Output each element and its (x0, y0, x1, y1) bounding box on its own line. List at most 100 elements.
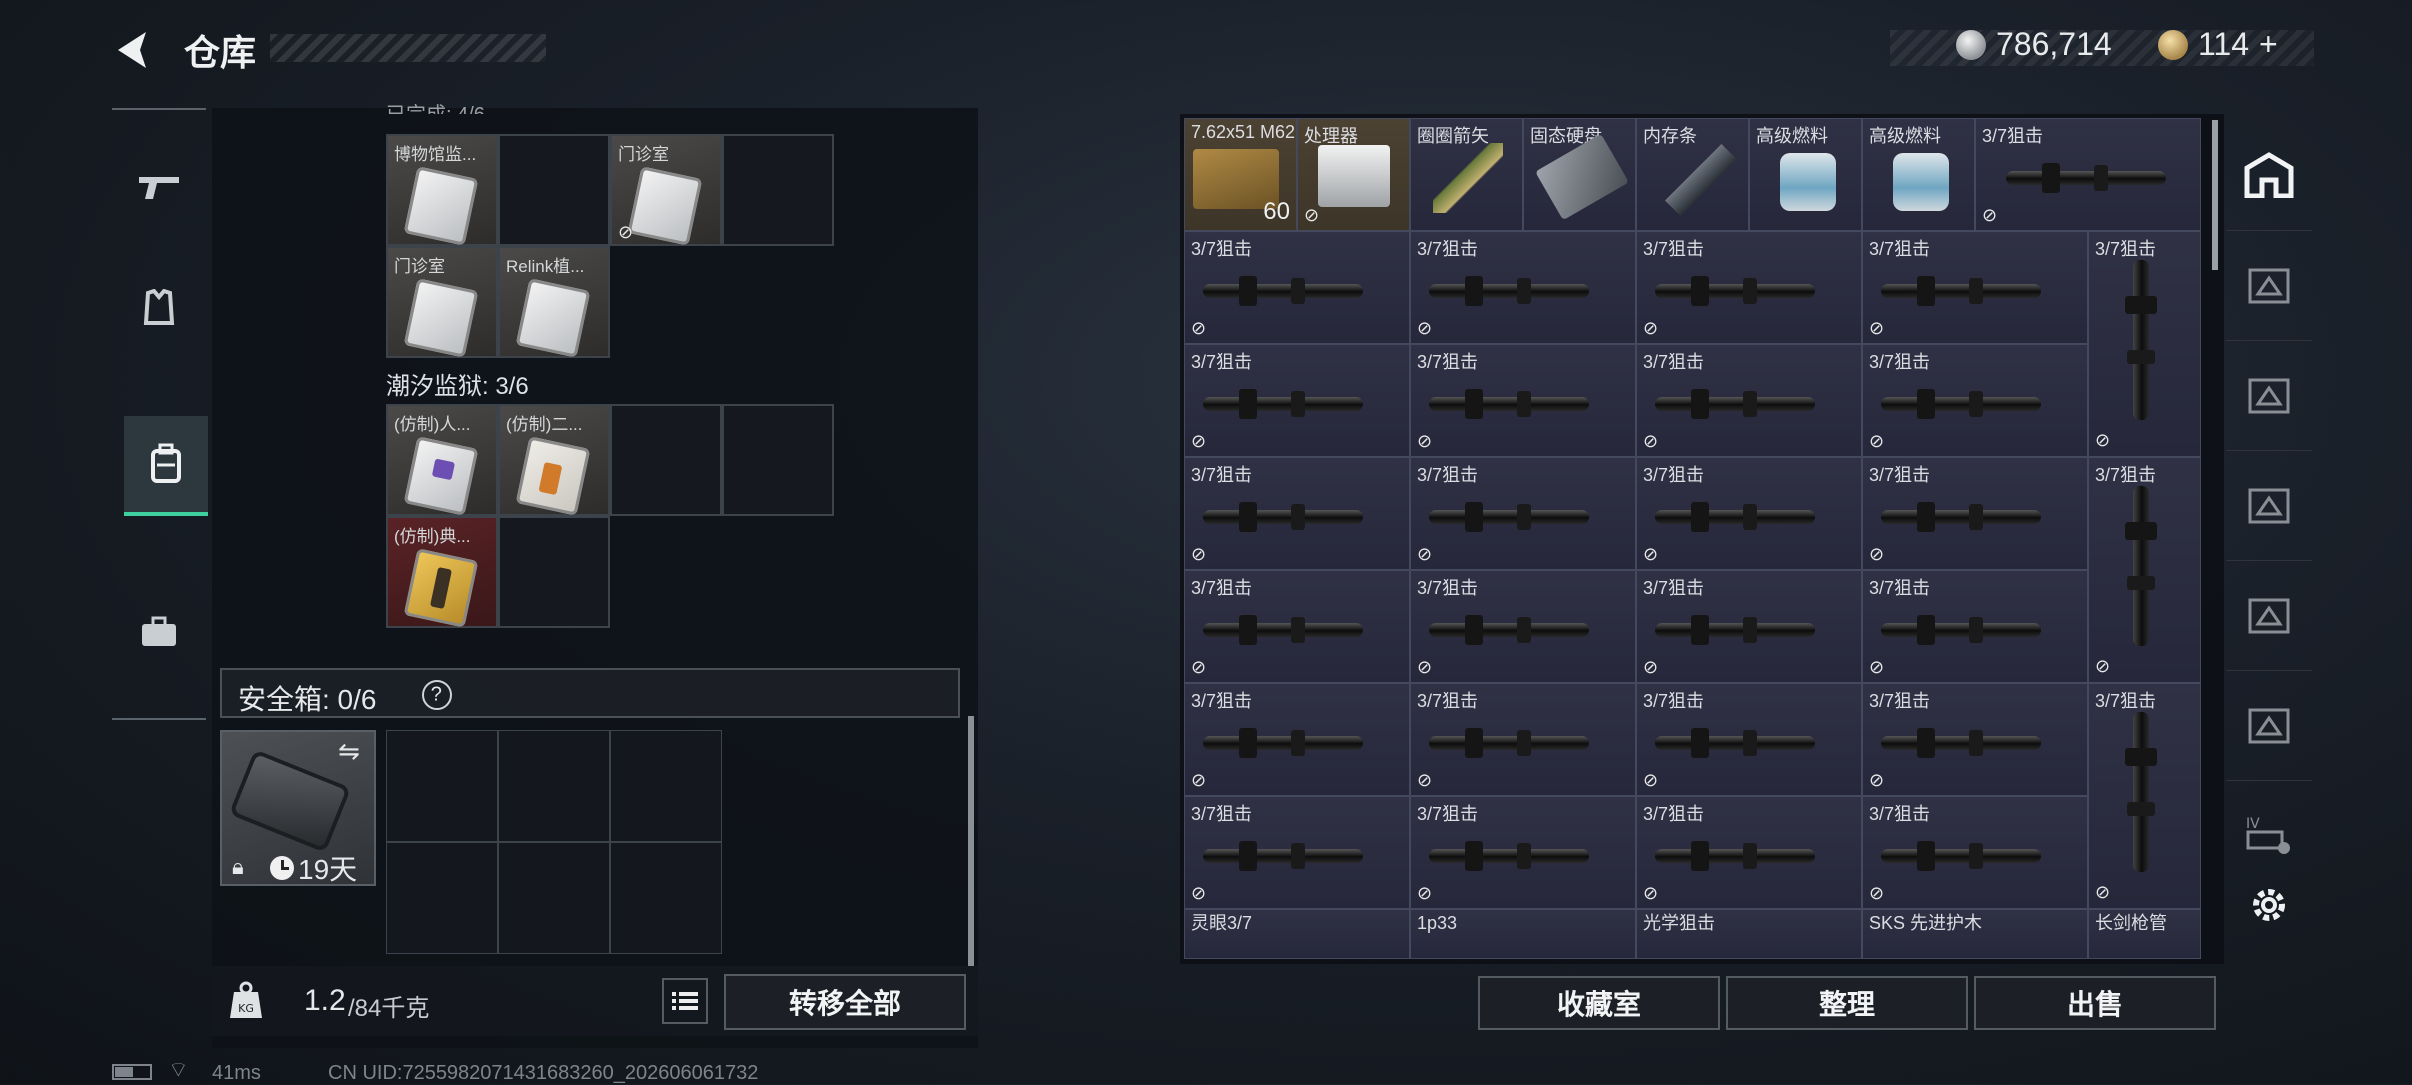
settings-button[interactable] (2226, 850, 2312, 960)
scope-icon (1203, 502, 1363, 532)
stash-page-tab[interactable] (2226, 450, 2312, 561)
safe-slot[interactable] (386, 842, 498, 954)
stash-item-scope[interactable]: 3/7狙击 ⊘ (1410, 796, 1636, 909)
stash-item-scope[interactable]: 3/7狙击 ⊘ (1862, 683, 2088, 796)
no-trade-icon: ⊘ (1191, 318, 1207, 338)
stash-item-scope[interactable]: 3/7狙击 ⊘ (1862, 231, 2088, 344)
stash-item-scope[interactable]: 3/7狙击 ⊘ (1862, 570, 2088, 683)
sort-button[interactable]: 整理 (1726, 976, 1968, 1030)
stash-item-scope[interactable]: 3/7狙击 ⊘ (1184, 796, 1410, 909)
item-label: 3/7狙击 (1417, 578, 1479, 598)
add-gold-button[interactable]: + (2259, 26, 2278, 63)
empty-slot[interactable] (498, 516, 610, 628)
empty-slot[interactable] (610, 404, 722, 516)
stash-item-scope[interactable]: 3/7狙击 ⊘ (1636, 570, 1862, 683)
back-button[interactable] (112, 28, 152, 72)
stash-home-tab[interactable] (2226, 120, 2312, 231)
stash-item-scope[interactable]: 3/7狙击 ⊘ (1184, 570, 1410, 683)
stash-item-scope[interactable]: 3/7狙击 ⊘ (2088, 683, 2201, 909)
stash-item-scope[interactable]: 3/7狙击 ⊘ (1636, 796, 1862, 909)
no-trade-icon: ⊘ (1191, 544, 1207, 564)
item-slot[interactable]: Relink植... (498, 246, 610, 358)
stash-item-scope[interactable]: 3/7狙击 ⊘ (1862, 344, 2088, 457)
item-slot[interactable]: 门诊室 ⊘ (610, 134, 722, 246)
stash-page-tab[interactable] (2226, 230, 2312, 341)
stash-item-scope[interactable]: 3/7狙击 ⊘ (1410, 570, 1636, 683)
stash-item-scope[interactable]: 3/7狙击 ⊘ (1184, 344, 1410, 457)
stash-item-scope[interactable]: 3/7狙击 ⊘ (1410, 344, 1636, 457)
stash-item-scope[interactable]: 3/7狙击 ⊘ (1636, 683, 1862, 796)
stash-item-scope[interactable]: 3/7狙击 ⊘ (1862, 457, 2088, 570)
stash-item[interactable]: 灵眼3/7 (1184, 909, 1410, 959)
item-slot[interactable]: (仿制)人... (386, 404, 498, 516)
left-scrollbar[interactable] (968, 716, 974, 966)
armor-tab[interactable] (112, 260, 206, 356)
empty-slot[interactable] (722, 134, 834, 246)
backpack-tab[interactable] (124, 416, 208, 516)
stash-item-scope[interactable]: 3/7狙击 ⊘ (1410, 457, 1636, 570)
item-label: 3/7狙击 (1643, 691, 1705, 711)
help-icon[interactable]: ? (415, 673, 459, 717)
stash-item-scope[interactable]: 3/7狙击 ⊘ (1184, 683, 1410, 796)
stash-item[interactable]: 处理器 ⊘ (1297, 118, 1410, 231)
item-slot[interactable]: (仿制)二... (498, 404, 610, 516)
item-slot[interactable]: 博物馆监... (386, 134, 498, 246)
stash-item-scope[interactable]: 3/7狙击 ⊘ (1410, 231, 1636, 344)
stash-item[interactable]: 1p33 (1410, 909, 1636, 959)
item-label: 光学狙击 (1643, 913, 1715, 933)
stash-item[interactable]: 内存条 (1636, 118, 1749, 231)
stash-item-scope[interactable]: 3/7狙击 ⊘ (1636, 457, 1862, 570)
stash-page-tab[interactable] (2226, 560, 2312, 671)
safe-slot[interactable] (610, 730, 722, 842)
safe-slot[interactable] (386, 730, 498, 842)
stash-item[interactable]: 光学狙击 (1636, 909, 1862, 959)
stash-item[interactable]: SKS 先进护木 (1862, 909, 2088, 959)
stash-item-scope[interactable]: 3/7狙击 ⊘ (1184, 231, 1410, 344)
stash-item-scope[interactable]: 3/7狙击 ⊘ (2088, 231, 2201, 457)
sell-button[interactable]: 出售 (1974, 976, 2216, 1030)
stash-item-scope[interactable]: 3/7狙击 ⊘ (1636, 344, 1862, 457)
stash-page-tab[interactable] (2226, 340, 2312, 451)
safe-case-slot[interactable]: ⇋ 🔒︎ 19天 (220, 730, 376, 886)
item-label: 3/7狙击 (1643, 352, 1705, 372)
collection-room-button[interactable]: 收藏室 (1478, 976, 1720, 1030)
home-icon (2244, 152, 2294, 198)
list-view-button[interactable] (662, 978, 708, 1024)
no-trade-icon: ⊘ (2095, 882, 2111, 902)
swap-icon[interactable]: ⇋ (338, 736, 360, 767)
stash-item[interactable]: 圈圈箭矢 (1410, 118, 1523, 231)
stash-page-tab[interactable] (2226, 670, 2312, 781)
toolbox-tab[interactable] (112, 584, 206, 680)
item-slot[interactable]: (仿制)典... (386, 516, 498, 628)
gold-amount: 114 (2198, 26, 2250, 62)
item-slot[interactable]: 门诊室 (386, 246, 498, 358)
item-label: 3/7狙击 (1869, 239, 1931, 259)
stash-item-scope[interactable]: 3/7狙击 ⊘ (1862, 796, 2088, 909)
stash-scrollbar[interactable] (2212, 120, 2218, 270)
stash-page-icon (2248, 268, 2290, 304)
gold-currency[interactable]: 114 + (2158, 26, 2278, 63)
safe-slot[interactable] (498, 730, 610, 842)
stash-item[interactable]: 固态硬盘 (1523, 118, 1636, 231)
stash-item[interactable]: 高级燃料 (1862, 118, 1975, 231)
empty-slot[interactable] (498, 134, 610, 246)
keycard-icon (403, 436, 479, 516)
armor-icon (143, 289, 175, 325)
transfer-all-button[interactable]: 转移全部 (724, 974, 966, 1030)
empty-slot[interactable] (722, 404, 834, 516)
stash-item-scope[interactable]: 3/7狙击 ⊘ (1410, 683, 1636, 796)
safe-slot[interactable] (498, 842, 610, 954)
stash-item[interactable]: 高级燃料 (1749, 118, 1862, 231)
safe-slot[interactable] (610, 842, 722, 954)
scope-icon (1655, 276, 1815, 306)
no-trade-icon: ⊘ (1417, 770, 1433, 790)
scope-icon (1203, 841, 1363, 871)
title-decoration (270, 34, 546, 62)
stash-item[interactable]: 长剑枪管 (2088, 909, 2201, 959)
weapon-tab[interactable] (112, 140, 206, 236)
stash-item-scope[interactable]: 3/7狙击 ⊘ (2088, 457, 2201, 683)
stash-item-scope[interactable]: 3/7狙击 ⊘ (1975, 118, 2201, 231)
stash-item-scope[interactable]: 3/7狙击 ⊘ (1184, 457, 1410, 570)
stash-item[interactable]: 7.62x51 M62 60 (1184, 118, 1297, 231)
stash-item-scope[interactable]: 3/7狙击 ⊘ (1636, 231, 1862, 344)
